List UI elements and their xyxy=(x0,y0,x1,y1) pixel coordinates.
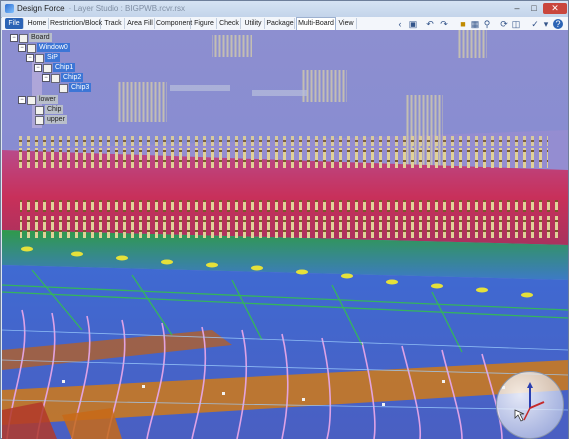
tab-home[interactable]: Home xyxy=(26,18,49,29)
tab-component[interactable]: Component xyxy=(156,18,192,29)
tree-expander[interactable]: − xyxy=(26,54,34,62)
tree-checkbox[interactable] xyxy=(59,84,68,93)
ribbon-tabs: File Home Restriction/Block Track Area F… xyxy=(2,17,568,31)
tab-check[interactable]: Check xyxy=(218,18,241,29)
tab-view[interactable]: View xyxy=(336,18,357,29)
tree-label: lower xyxy=(37,95,58,104)
maximize-button[interactable]: □ xyxy=(526,3,542,14)
3d-view-icon[interactable]: ■ xyxy=(458,19,468,29)
tree-expander[interactable]: − xyxy=(42,74,50,82)
tab-file[interactable]: File xyxy=(5,18,24,29)
undo-icon[interactable]: ↶ xyxy=(424,19,436,29)
tree-expander[interactable]: − xyxy=(18,96,26,104)
check-icon[interactable]: ✓ xyxy=(529,19,541,29)
tree-label: Window0 xyxy=(37,43,70,52)
tree-checkbox[interactable] xyxy=(27,44,36,53)
axis-icon xyxy=(514,382,545,422)
tree-checkbox[interactable] xyxy=(27,96,36,105)
tree-checkbox[interactable] xyxy=(35,106,44,115)
tab-restriction-block[interactable]: Restriction/Block xyxy=(50,18,102,29)
save-icon[interactable]: ▣ xyxy=(408,19,418,29)
pin-row-front xyxy=(20,200,560,238)
tree-checkbox[interactable] xyxy=(35,116,44,125)
tree-checkbox[interactable] xyxy=(43,64,52,73)
tab-package[interactable]: Package xyxy=(266,18,295,29)
tab-figure[interactable]: Figure xyxy=(192,18,217,29)
tree-checkbox[interactable] xyxy=(51,74,60,83)
close-button[interactable]: ✕ xyxy=(543,3,567,14)
window-title: Design Force · Layer Studio : BIGPWB.rcvr… xyxy=(17,4,186,13)
tree-expander[interactable]: − xyxy=(18,44,26,52)
app-window: Design Force · Layer Studio : BIGPWB.rcvr… xyxy=(0,0,569,439)
tab-area-fill[interactable]: Area Fill xyxy=(126,18,155,29)
tree-label: Board xyxy=(29,33,52,42)
tree-label: SiP xyxy=(45,53,60,62)
minimize-button[interactable]: – xyxy=(509,3,525,14)
tree-checkbox[interactable] xyxy=(35,54,44,63)
tree-label: upper xyxy=(45,115,67,124)
tree-label: Chip3 xyxy=(69,83,92,92)
tree-checkbox[interactable] xyxy=(19,34,28,43)
tab-utility[interactable]: Utility xyxy=(242,18,265,29)
layer-icon[interactable]: ◫ xyxy=(511,19,521,29)
tab-track[interactable]: Track xyxy=(102,18,125,29)
tree-label: Chip1 xyxy=(53,63,76,72)
dropdown-icon[interactable]: ▾ xyxy=(542,19,550,29)
tree-expander[interactable]: − xyxy=(10,34,18,42)
3d-board-viewport[interactable]: − Board − Window0 − SiP − Chip1 − Chip2 … xyxy=(2,30,568,439)
tree-label: Chip2 xyxy=(61,73,84,82)
tree-label: Chip xyxy=(45,105,64,114)
title-bar: Design Force · Layer Studio : BIGPWB.rcvr… xyxy=(1,1,568,18)
redo-icon[interactable]: ↷ xyxy=(438,19,450,29)
nav-back-icon[interactable]: ‹ xyxy=(395,19,405,29)
route-icon[interactable]: ⟳ xyxy=(499,19,509,29)
tab-multi-board[interactable]: Multi-Board xyxy=(296,17,336,31)
tree-expander[interactable]: − xyxy=(34,64,42,72)
view-orientation-gizmo[interactable] xyxy=(496,371,564,439)
zoom-icon[interactable]: ⚲ xyxy=(482,19,492,29)
app-logo-icon xyxy=(5,4,14,13)
pin-row-back xyxy=(16,136,548,168)
grid-icon[interactable]: ▦ xyxy=(470,19,480,29)
help-icon[interactable]: ? xyxy=(553,19,563,29)
